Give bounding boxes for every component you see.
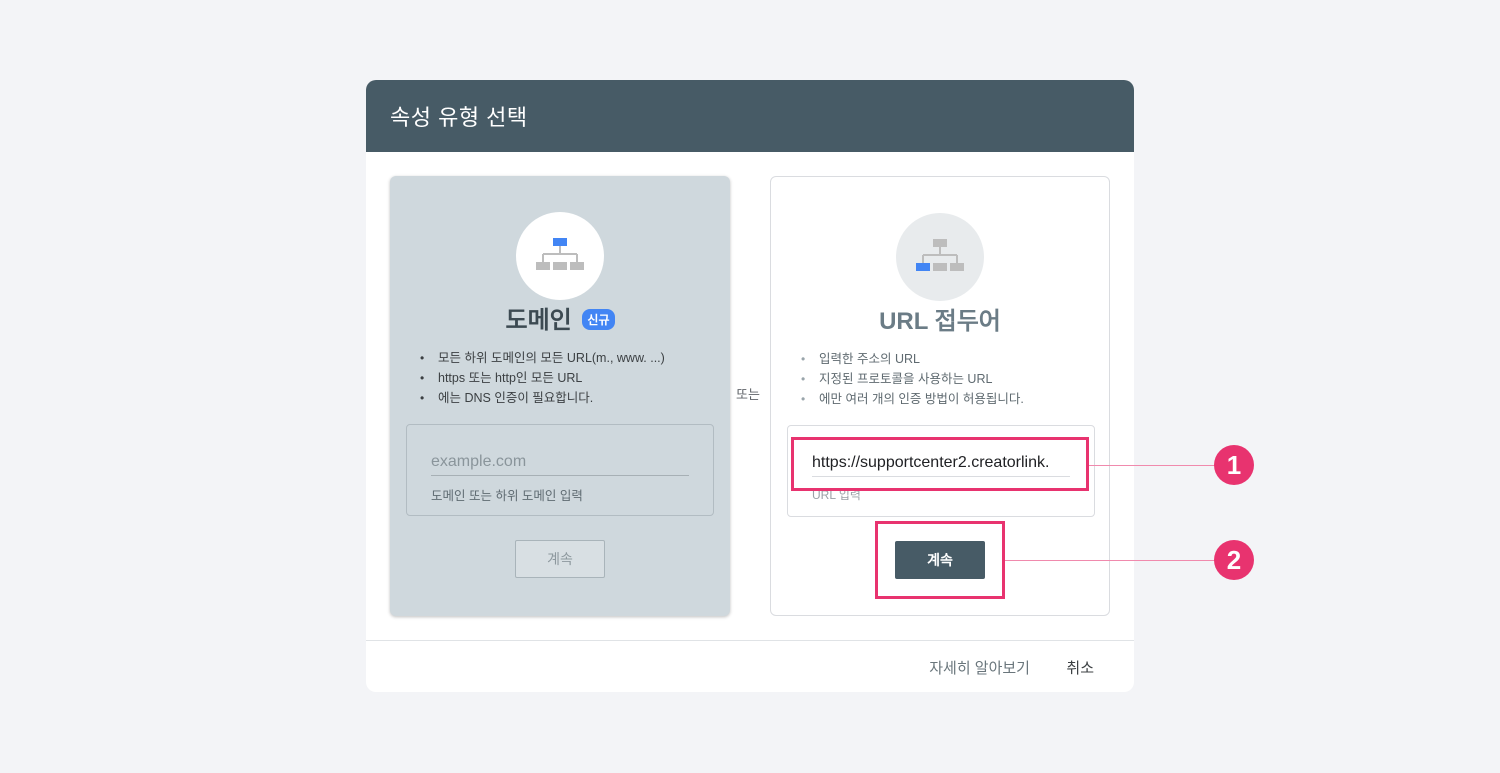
domain-continue-button[interactable]: 계속 xyxy=(515,540,605,578)
domain-card-title: 도메인 신규 xyxy=(390,300,730,335)
url-input-highlight xyxy=(791,437,1089,491)
domain-option-card[interactable]: 도메인 신규 모든 하위 도메인의 모든 URL(m., www. ...) h… xyxy=(390,176,730,616)
callout-badge-1: 1 xyxy=(1214,445,1254,485)
url-bullet-list: 입력한 주소의 URL 지정된 프로토콜을 사용하는 URL 에만 여러 개의 … xyxy=(801,349,1024,409)
list-item: 지정된 프로토콜을 사용하는 URL xyxy=(801,369,1024,389)
or-label: 또는 xyxy=(736,387,760,402)
callout-line-1 xyxy=(1089,465,1215,466)
url-icon-circle xyxy=(896,213,984,301)
dialog-footer: 자세히 알아보기 취소 xyxy=(366,640,1134,692)
domain-title-text: 도메인 xyxy=(505,307,572,334)
list-item: https 또는 http인 모든 URL xyxy=(420,368,665,388)
new-badge: 신규 xyxy=(582,309,615,331)
continue-button-highlight xyxy=(875,521,1005,599)
domain-input[interactable]: example.com xyxy=(431,451,689,476)
callout-line-2 xyxy=(1005,560,1215,561)
list-item: 모든 하위 도메인의 모든 URL(m., www. ...) xyxy=(420,348,665,368)
list-item: 에는 DNS 인증이 필요합니다. xyxy=(420,388,665,408)
learn-more-link[interactable]: 자세히 알아보기 xyxy=(929,657,1030,678)
domain-bullet-list: 모든 하위 도메인의 모든 URL(m., www. ...) https 또는… xyxy=(420,348,665,408)
sitemap-icon xyxy=(916,239,964,271)
cancel-button[interactable]: 취소 xyxy=(1066,657,1094,678)
url-card-title: URL 접두어 xyxy=(879,308,1001,335)
callout-badge-2: 2 xyxy=(1214,540,1254,580)
sitemap-icon xyxy=(536,238,584,270)
dialog-title: 속성 유형 선택 xyxy=(366,80,1134,152)
property-type-dialog: 속성 유형 선택 도메인 신규 모든 하위 도메인의 모든 URL(m., ww… xyxy=(366,80,1134,692)
list-item: 에만 여러 개의 인증 방법이 허용됩니다. xyxy=(801,389,1024,409)
domain-icon-circle xyxy=(516,212,604,300)
domain-input-helper: 도메인 또는 하위 도메인 입력 xyxy=(431,489,583,503)
domain-input-container: example.com 도메인 또는 하위 도메인 입력 xyxy=(406,424,714,516)
list-item: 입력한 주소의 URL xyxy=(801,349,1024,369)
